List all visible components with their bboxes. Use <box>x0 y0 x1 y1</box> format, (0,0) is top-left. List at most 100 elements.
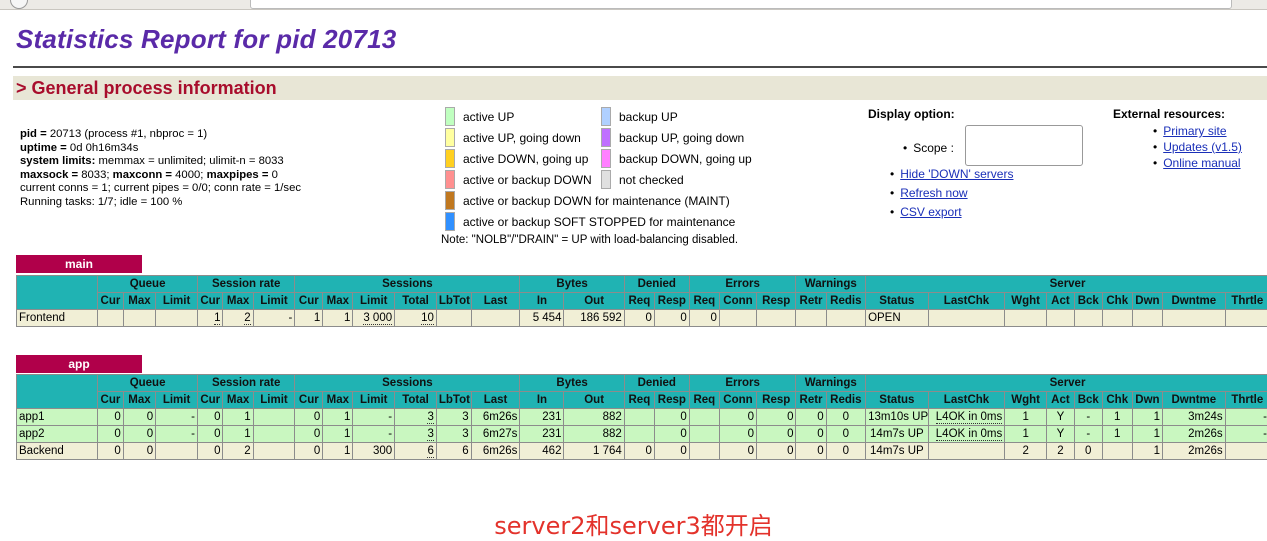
table-cell: 0 <box>624 443 654 460</box>
table-cell: 3 000 <box>353 310 395 327</box>
table-cell: 1 <box>1005 426 1047 443</box>
csv-export-link[interactable]: CSV export <box>900 205 961 219</box>
group-header: Denied <box>624 375 689 392</box>
column-header: Out <box>564 293 624 310</box>
table-cell: 0 <box>98 443 124 460</box>
table-row: app100-0101-336m26s2318820000013m10s UPL… <box>17 409 1267 426</box>
column-header: Max <box>123 293 155 310</box>
proxy-name-app[interactable]: app <box>16 355 142 373</box>
display-options-heading: Display option: <box>868 107 955 121</box>
updates-link[interactable]: Updates (v1.5) <box>1163 140 1242 154</box>
refresh-now-link[interactable]: Refresh now <box>900 186 967 200</box>
row-name[interactable]: Frontend <box>17 310 98 327</box>
group-header: Queue <box>98 276 198 293</box>
table-cell: 0 <box>757 443 796 460</box>
table-cell: 2m26s <box>1162 426 1225 443</box>
legend-note: Note: "NOLB"/"DRAIN" = UP with load-bala… <box>441 234 738 246</box>
table-cell: 0 <box>826 409 865 426</box>
table-cell: - <box>253 310 295 327</box>
hide-down-servers-link[interactable]: Hide 'DOWN' servers <box>900 167 1013 181</box>
table-cell: - <box>353 426 395 443</box>
group-header: Session rate <box>197 375 294 392</box>
table-cell: 1 764 <box>564 443 624 460</box>
table-cell: 1 <box>323 409 353 426</box>
column-header: Redis <box>826 293 865 310</box>
table-cell: 882 <box>564 426 624 443</box>
proxy-name-main[interactable]: main <box>16 255 142 273</box>
column-header: Resp <box>757 392 796 409</box>
column-header: Dwntme <box>1162 293 1225 310</box>
column-header: Wght <box>1005 293 1047 310</box>
table-cell: 231 <box>520 426 564 443</box>
column-header: Max <box>223 392 253 409</box>
table-row: Frontend12-113 000105 454186 592000OPEN <box>17 310 1267 327</box>
table-cell <box>826 310 865 327</box>
primary-site-link[interactable]: Primary site <box>1163 124 1226 138</box>
table-cell: 10 <box>395 310 437 327</box>
table-cell: 1 <box>323 310 353 327</box>
table-cell: Y <box>1047 426 1075 443</box>
table-cell: 2 <box>1047 443 1075 460</box>
table-cell: 1 <box>223 409 253 426</box>
row-name[interactable]: app2 <box>17 426 98 443</box>
row-name[interactable]: app1 <box>17 409 98 426</box>
column-header: Act <box>1047 293 1075 310</box>
table-cell: 0 <box>295 443 323 460</box>
column-header: LastChk <box>928 293 1005 310</box>
table-cell: 0 <box>1074 443 1102 460</box>
annotation-caption: server2和server3都开启 <box>0 506 1267 541</box>
table-cell: OPEN <box>866 310 929 327</box>
table-cell: 0 <box>98 426 124 443</box>
column-header: LastChk <box>928 392 1005 409</box>
column-header: Cur <box>197 293 223 310</box>
column-header: Bck <box>1074 392 1102 409</box>
table-cell: L4OK in 0ms <box>928 409 1005 426</box>
group-header: Server <box>866 375 1267 392</box>
table-cell: 5 454 <box>520 310 564 327</box>
table-cell: - <box>353 409 395 426</box>
table-cell <box>1102 310 1132 327</box>
table-cell: 2 <box>223 443 253 460</box>
column-header: Req <box>624 293 654 310</box>
table-cell: 462 <box>520 443 564 460</box>
column-header: Dwntme <box>1162 392 1225 409</box>
table-cell: 14m7s UP <box>866 443 929 460</box>
table-cell <box>123 310 155 327</box>
table-cell: 1 <box>1102 426 1132 443</box>
table-cell: 0 <box>719 426 756 443</box>
table-cell: - <box>156 426 198 443</box>
back-button-icon[interactable] <box>10 0 28 9</box>
table-cell: 1 <box>1132 409 1162 426</box>
table-cell: 1 <box>295 310 323 327</box>
scope-input[interactable] <box>965 125 1083 166</box>
external-resources-heading: External resources: <box>1113 107 1242 121</box>
table-cell <box>98 310 124 327</box>
table-cell: 0 <box>654 310 689 327</box>
section-title: > General process information <box>16 78 277 99</box>
table-cell: 0 <box>796 426 826 443</box>
table-row: app200-0101-336m27s2318820000014m7s UPL4… <box>17 426 1267 443</box>
column-header: Limit <box>253 392 295 409</box>
table-cell <box>1102 443 1132 460</box>
column-header: Limit <box>156 392 198 409</box>
group-header: Warnings <box>796 276 866 293</box>
table-cell <box>1047 310 1075 327</box>
table-cell <box>689 409 719 426</box>
group-header: Denied <box>624 276 689 293</box>
column-header: Cur <box>295 293 323 310</box>
column-header: Chk <box>1102 293 1132 310</box>
table-cell: 0 <box>123 443 155 460</box>
table-cell: 14m7s UP <box>866 426 929 443</box>
group-header: Errors <box>689 375 796 392</box>
column-header: Retr <box>796 392 826 409</box>
row-name[interactable]: Backend <box>17 443 98 460</box>
address-bar[interactable] <box>250 0 1232 9</box>
online-manual-link[interactable]: Online manual <box>1163 156 1240 170</box>
table-cell: - <box>1074 426 1102 443</box>
column-header: Last <box>471 392 520 409</box>
column-header: Last <box>471 293 520 310</box>
table-cell: 0 <box>123 426 155 443</box>
column-header: Cur <box>197 392 223 409</box>
column-header: Max <box>323 392 353 409</box>
column-header: LbTot <box>436 392 471 409</box>
